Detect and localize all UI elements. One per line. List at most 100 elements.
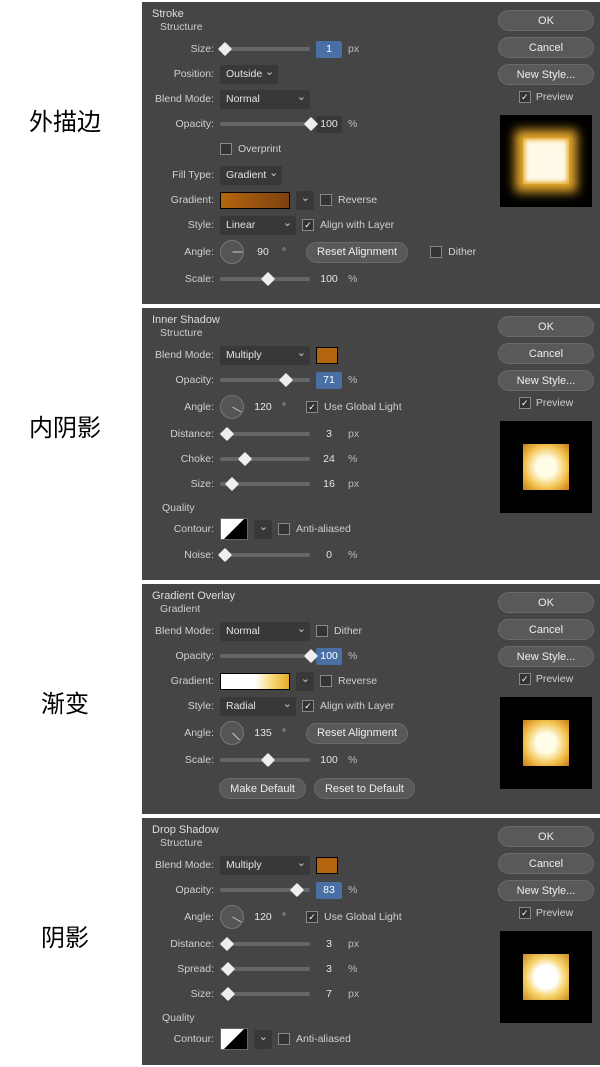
choke-label: Choke: — [152, 453, 214, 465]
align-check[interactable] — [302, 219, 314, 231]
angle-dial[interactable] — [220, 395, 244, 419]
size-value[interactable]: 16 — [316, 476, 342, 493]
dither-check[interactable] — [430, 246, 442, 258]
choke-value[interactable]: 24 — [316, 451, 342, 468]
gradient-dropdown[interactable] — [296, 191, 314, 210]
size-value[interactable]: 1 — [316, 41, 342, 58]
cancel-button[interactable]: Cancel — [498, 619, 594, 640]
color-swatch[interactable] — [316, 347, 338, 364]
size-slider[interactable] — [220, 47, 310, 51]
gradient-label: Gradient: — [152, 194, 214, 206]
distance-slider[interactable] — [220, 942, 310, 946]
ok-button[interactable]: OK — [498, 10, 594, 31]
spread-value[interactable]: 3 — [316, 961, 342, 978]
new-style-button[interactable]: New Style... — [498, 370, 594, 391]
reverse-check[interactable] — [320, 194, 332, 206]
ok-button[interactable]: OK — [498, 826, 594, 847]
scale-slider[interactable] — [220, 758, 310, 762]
global-light-check[interactable] — [306, 911, 318, 923]
gradient-swatch[interactable] — [220, 192, 290, 209]
angle-value[interactable]: 120 — [250, 399, 276, 416]
noise-value[interactable]: 0 — [316, 547, 342, 564]
new-style-button[interactable]: New Style... — [498, 646, 594, 667]
angle-unit: ° — [282, 246, 300, 258]
preview-thumb — [500, 931, 592, 1023]
antialias-check[interactable] — [278, 523, 290, 535]
distance-label: Distance: — [152, 938, 214, 950]
angle-value[interactable]: 90 — [250, 244, 276, 261]
color-swatch[interactable] — [316, 857, 338, 874]
overprint-check[interactable] — [220, 143, 232, 155]
dither-check[interactable] — [316, 625, 328, 637]
choke-slider[interactable] — [220, 457, 310, 461]
blend-select[interactable]: Multiply — [220, 856, 310, 875]
contour-label: Contour: — [152, 523, 214, 535]
opacity-slider[interactable] — [220, 654, 310, 658]
reverse-check[interactable] — [320, 675, 332, 687]
gradient-dropdown[interactable] — [296, 672, 314, 691]
reverse-label: Reverse — [338, 194, 377, 206]
distance-value[interactable]: 3 — [316, 936, 342, 953]
contour-swatch[interactable] — [220, 1028, 248, 1050]
opacity-slider[interactable] — [220, 888, 310, 892]
preview-check[interactable] — [519, 673, 531, 685]
angle-value[interactable]: 120 — [250, 909, 276, 926]
reset-default-button[interactable]: Reset to Default — [314, 778, 415, 799]
style-select[interactable]: Linear — [220, 216, 296, 235]
distance-value[interactable]: 3 — [316, 426, 342, 443]
section-label-inner: 内阴影 — [0, 308, 130, 443]
scale-value[interactable]: 100 — [316, 271, 342, 288]
make-default-button[interactable]: Make Default — [219, 778, 306, 799]
blend-label: Blend Mode: — [152, 93, 214, 105]
style-select[interactable]: Radial — [220, 697, 296, 716]
contour-dropdown[interactable] — [254, 520, 272, 539]
reset-align-button[interactable]: Reset Alignment — [306, 242, 408, 263]
align-check[interactable] — [302, 700, 314, 712]
cancel-button[interactable]: Cancel — [498, 853, 594, 874]
opacity-value[interactable]: 71 — [316, 372, 342, 389]
opacity-value[interactable]: 83 — [316, 882, 342, 899]
preview-check[interactable] — [519, 397, 531, 409]
filltype-select[interactable]: Gradient — [220, 166, 282, 185]
opacity-unit: % — [348, 118, 366, 130]
position-select[interactable]: Outside — [220, 65, 278, 84]
size-slider[interactable] — [220, 992, 310, 996]
stroke-structure: Structure — [160, 21, 482, 33]
contour-dropdown[interactable] — [254, 1030, 272, 1049]
scale-slider[interactable] — [220, 277, 310, 281]
scale-value[interactable]: 100 — [316, 752, 342, 769]
preview-check[interactable] — [519, 91, 531, 103]
new-style-button[interactable]: New Style... — [498, 64, 594, 85]
opacity-value[interactable]: 100 — [316, 648, 342, 665]
gradov-panel: Gradient Overlay Gradient Blend Mode:Nor… — [142, 584, 600, 814]
antialias-check[interactable] — [278, 1033, 290, 1045]
reset-align-button[interactable]: Reset Alignment — [306, 723, 408, 744]
size-value[interactable]: 7 — [316, 986, 342, 1003]
blend-select[interactable]: Normal — [220, 90, 310, 109]
blend-select[interactable]: Multiply — [220, 346, 310, 365]
angle-dial[interactable] — [220, 721, 244, 745]
angle-dial[interactable] — [220, 240, 244, 264]
opacity-value[interactable]: 100 — [316, 116, 342, 133]
opacity-slider[interactable] — [220, 122, 310, 126]
position-label: Position: — [152, 68, 214, 80]
angle-dial[interactable] — [220, 905, 244, 929]
new-style-button[interactable]: New Style... — [498, 880, 594, 901]
cancel-button[interactable]: Cancel — [498, 37, 594, 58]
global-light-check[interactable] — [306, 401, 318, 413]
noise-slider[interactable] — [220, 553, 310, 557]
preview-thumb — [500, 421, 592, 513]
angle-value[interactable]: 135 — [250, 725, 276, 742]
contour-swatch[interactable] — [220, 518, 248, 540]
preview-check[interactable] — [519, 907, 531, 919]
ok-button[interactable]: OK — [498, 592, 594, 613]
gradient-swatch[interactable] — [220, 673, 290, 690]
size-slider[interactable] — [220, 482, 310, 486]
distance-slider[interactable] — [220, 432, 310, 436]
cancel-button[interactable]: Cancel — [498, 343, 594, 364]
spread-slider[interactable] — [220, 967, 310, 971]
opacity-slider[interactable] — [220, 378, 310, 382]
blend-select[interactable]: Normal — [220, 622, 310, 641]
blend-label: Blend Mode: — [152, 625, 214, 637]
ok-button[interactable]: OK — [498, 316, 594, 337]
